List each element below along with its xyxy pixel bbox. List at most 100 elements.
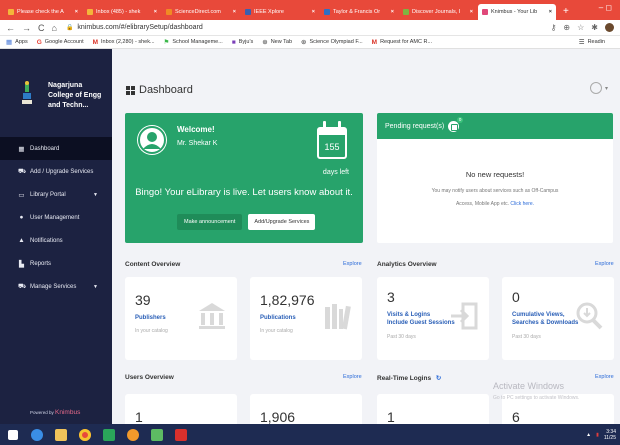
- users-total-card[interactable]: 1,906: [250, 394, 362, 424]
- activate-windows-watermark: Activate Windows: [493, 381, 565, 391]
- close-icon[interactable]: ×: [75, 9, 78, 15]
- zoom-icon[interactable]: ⊕: [563, 23, 570, 32]
- bookmark-new-tab[interactable]: ⊛ New Tab: [262, 38, 292, 46]
- chart-icon: ▙: [19, 260, 24, 268]
- system-tray: ▲ ▮ 3:34 11/25: [586, 429, 620, 441]
- visits-logins-card[interactable]: 3 Visits & Logins Include Guest Sessions…: [377, 277, 489, 360]
- clock[interactable]: 3:34 11/25: [604, 429, 616, 441]
- welcome-message: Bingo! Your eLibrary is live. Let users …: [135, 187, 353, 198]
- favicon-icon: [245, 9, 251, 15]
- bookmarks-bar: ▦ Apps G Google Account M Inbox (2,280) - s…: [0, 36, 620, 49]
- key-icon[interactable]: ⚷: [551, 23, 557, 32]
- pdf-reader-icon[interactable]: [172, 426, 190, 444]
- browser-tab-active[interactable]: Knimbus - Your Lib ×: [478, 4, 556, 20]
- star-icon[interactable]: ☆: [577, 23, 584, 32]
- chrome-icon[interactable]: [76, 426, 94, 444]
- favicon-icon: [324, 9, 330, 15]
- content-overview-explore-link[interactable]: Explore: [343, 261, 362, 267]
- sidebar-item-manage-services[interactable]: ⛟ Manage Services ▼: [0, 275, 112, 298]
- close-icon[interactable]: ×: [312, 9, 315, 15]
- sidebar-item-notifications[interactable]: ▲ Notifications: [0, 229, 112, 252]
- user-menu[interactable]: ▾: [589, 82, 608, 94]
- page-header: Dashboard ▾: [112, 73, 620, 106]
- tray-up-icon[interactable]: ▲: [586, 432, 591, 438]
- bookmark-inbox[interactable]: M Inbox (2,280) - shek...: [93, 39, 155, 46]
- byjus-icon: ■: [231, 38, 236, 46]
- url-field[interactable]: 🔒 knimbus.com/#/elibrarySetup/dashboard: [66, 24, 203, 31]
- search-download-icon: [576, 302, 603, 330]
- publishers-card[interactable]: 39 Publishers In your catalog: [125, 277, 237, 360]
- close-icon[interactable]: ×: [470, 9, 473, 15]
- welcome-name: Mr. Shekar K: [177, 140, 218, 147]
- bookmark-apps[interactable]: ▦ Apps: [6, 38, 28, 46]
- browser-tab[interactable]: Taylor & Francis Or ×: [320, 4, 398, 20]
- close-icon[interactable]: ×: [233, 9, 236, 15]
- app-blue-grid-icon[interactable]: [148, 426, 166, 444]
- sidebar-item-reports[interactable]: ▙ Reports: [0, 252, 112, 275]
- home-icon[interactable]: ⌂: [52, 23, 57, 33]
- cumulative-views-card[interactable]: 0 Cumulative Views, Searches & Downloads…: [502, 277, 614, 360]
- analytics-overview-explore-link[interactable]: Explore: [595, 261, 614, 267]
- pending-count-badge: 0: [457, 116, 464, 123]
- add-upgrade-services-button[interactable]: Add/Upgrade Services: [248, 214, 316, 230]
- app-green-icon[interactable]: [100, 426, 118, 444]
- bookmark-science-olympiad[interactable]: ⊛ Science Olympiad F...: [301, 38, 363, 46]
- services-cart-icon: ⛟: [18, 283, 27, 290]
- google-icon: G: [36, 38, 42, 46]
- realtime-explore-link[interactable]: Explore: [595, 374, 614, 380]
- refresh-icon[interactable]: ↻: [436, 375, 441, 382]
- new-tab-button[interactable]: +: [563, 6, 569, 17]
- click-here-link[interactable]: Click here.: [510, 201, 534, 207]
- forward-icon[interactable]: →: [22, 23, 31, 33]
- content-overview-title: Content Overview: [125, 261, 181, 268]
- profile-avatar[interactable]: [605, 23, 614, 32]
- welcome-title: Welcome!: [177, 125, 215, 134]
- windows-start-icon[interactable]: [4, 426, 22, 444]
- sidebar-item-add-upgrade-services[interactable]: ⛟ Add / Upgrade Services: [0, 160, 112, 183]
- browser-tab[interactable]: Inbox (485) - shek ×: [83, 4, 161, 20]
- browser-tab[interactable]: Please check the A ×: [4, 4, 82, 20]
- calendar-icon: 155: [317, 121, 347, 159]
- bookmark-byjus[interactable]: ■ Byju's: [232, 39, 253, 46]
- browser-tab[interactable]: IEEE Xplore ×: [241, 4, 319, 20]
- powered-by: Powered by Knimbus: [30, 409, 81, 416]
- sidebar-item-library-portal[interactable]: ▭ Library Portal ▼: [0, 183, 112, 206]
- app-orange-icon[interactable]: [124, 426, 142, 444]
- reading-list[interactable]: ☰ Readin: [579, 38, 605, 46]
- close-icon[interactable]: ×: [549, 9, 552, 15]
- window-controls[interactable]: – ◻: [599, 3, 612, 12]
- dashboard-icon: [126, 85, 135, 95]
- sidebar-item-user-management[interactable]: ● User Management: [0, 206, 112, 229]
- file-explorer-icon[interactable]: [52, 426, 70, 444]
- users-overview-explore-link[interactable]: Explore: [343, 374, 362, 380]
- back-icon[interactable]: ←: [6, 23, 15, 33]
- bookmark-request-amc[interactable]: M Request for AMC R...: [372, 39, 432, 46]
- bell-icon: ▲: [18, 237, 25, 244]
- make-announcement-button[interactable]: Make announcement: [177, 214, 243, 230]
- apps-grid-icon: ▦: [6, 39, 13, 46]
- browser-tab[interactable]: ScienceDirect.com ×: [162, 4, 240, 20]
- reload-icon[interactable]: C: [38, 23, 45, 33]
- dashboard-icon: ▦: [18, 145, 25, 153]
- extension-icon[interactable]: ✱: [591, 23, 598, 32]
- bookmark-school[interactable]: ⚑ School Manageme...: [164, 38, 223, 46]
- pending-requests-card: Pending request(s) 0 No new requests! Yo…: [377, 113, 613, 243]
- caret-down-icon: ▼: [93, 283, 98, 290]
- browser-tab[interactable]: Discover Journals, I ×: [399, 4, 477, 20]
- globe-icon: ⊛: [262, 39, 268, 46]
- internet-explorer-icon[interactable]: [28, 426, 46, 444]
- pending-requests-header: Pending request(s) 0: [377, 113, 613, 139]
- close-icon[interactable]: ×: [391, 9, 394, 15]
- college-logo-icon: [22, 81, 32, 104]
- monitor-icon: ▭: [18, 191, 25, 199]
- network-icon[interactable]: ▮: [596, 432, 599, 438]
- favicon-icon: [87, 9, 93, 15]
- publications-card[interactable]: 1,82,976 Publications In your catalog: [250, 277, 362, 360]
- sidebar: Nagarjuna College of Engg and Techn... ▦…: [0, 49, 112, 424]
- sidebar-item-dashboard[interactable]: ▦ Dashboard: [0, 137, 112, 160]
- bookmark-google-account[interactable]: G Google Account: [37, 39, 84, 46]
- close-icon[interactable]: ×: [154, 9, 157, 15]
- pending-note: You may notify users about services such…: [431, 188, 559, 207]
- users-card[interactable]: 1: [125, 394, 237, 424]
- realtime-card[interactable]: 1: [377, 394, 489, 424]
